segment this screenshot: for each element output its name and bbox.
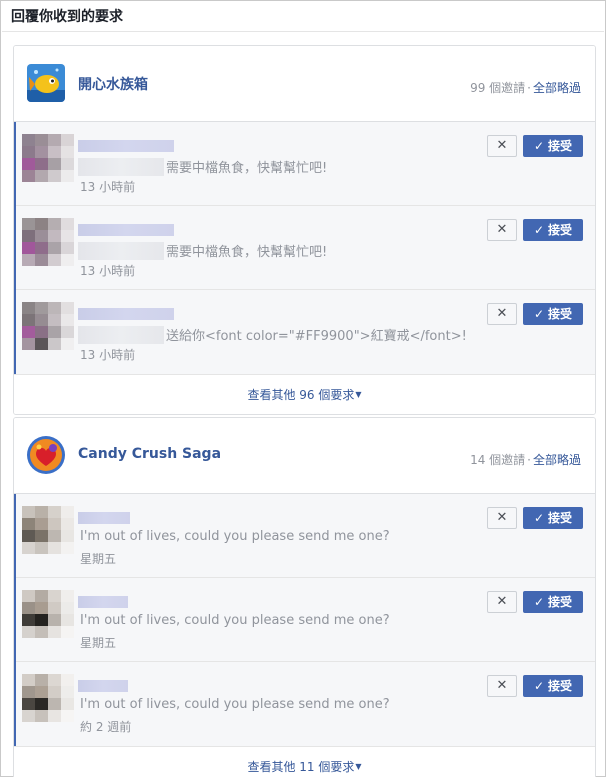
see-more-link[interactable]: 查看其他 11 個要求▼ (14, 746, 595, 777)
list-item: 需要中檔魚食，快幫幫忙吧! 13 小時前 ✕ ✓ 接受 (16, 122, 595, 206)
separator: · (527, 453, 531, 467)
check-icon: ✓ (533, 595, 545, 609)
avatar[interactable] (22, 506, 74, 554)
sender-name[interactable] (78, 680, 128, 692)
request-time: 星期五 (80, 552, 117, 566)
request-time: 13 小時前 (80, 180, 136, 194)
accept-label: 接受 (548, 223, 573, 237)
check-icon: ✓ (533, 139, 545, 153)
decline-button[interactable]: ✕ (487, 591, 517, 613)
check-icon: ✓ (533, 511, 545, 525)
list-item: I'm out of lives, could you please send … (16, 494, 595, 578)
app-request-card-candy: Candy Crush Saga 14 個邀請 · 全部略過 I'm out of … (13, 417, 596, 777)
request-time: 13 小時前 (80, 264, 136, 278)
request-time: 星期五 (80, 636, 117, 650)
see-more-label: 查看其他 96 個要求 (247, 388, 355, 402)
check-icon: ✓ (533, 223, 545, 237)
accept-button[interactable]: ✓ 接受 (523, 507, 583, 529)
separator: · (527, 81, 531, 95)
avatar[interactable] (22, 590, 74, 638)
request-message: 送給你<font color="#FF9900">紅寶戒</font>! (166, 329, 467, 344)
accept-label: 接受 (548, 139, 573, 153)
accept-button[interactable]: ✓ 接受 (523, 303, 583, 325)
accept-label: 接受 (548, 307, 573, 321)
request-list: 需要中檔魚食，快幫幫忙吧! 13 小時前 ✕ ✓ 接受 需要中檔魚食，快幫幫忙吧!… (14, 122, 595, 374)
decline-button[interactable]: ✕ (487, 675, 517, 697)
app-request-card-aquarium: 開心水族箱 99 個邀請 · 全部略過 需要中檔魚食，快幫幫忙吧! 13 小時前 ✕… (13, 45, 596, 415)
decline-button[interactable]: ✕ (487, 303, 517, 325)
accept-button[interactable]: ✓ 接受 (523, 219, 583, 241)
app-name[interactable]: 開心水族箱 (78, 74, 148, 94)
invite-count: 14 個邀請 (470, 453, 526, 467)
list-item: 送給你<font color="#FF9900">紅寶戒</font>! 13 … (16, 290, 595, 374)
decline-button[interactable]: ✕ (487, 219, 517, 241)
accept-label: 接受 (548, 511, 573, 525)
avatar[interactable] (22, 218, 74, 266)
card-header: Candy Crush Saga 14 個邀請 · 全部略過 (14, 418, 595, 494)
sender-name[interactable] (78, 308, 174, 320)
card-header: 開心水族箱 99 個邀請 · 全部略過 (14, 46, 595, 122)
request-time: 13 小時前 (80, 348, 136, 362)
avatar[interactable] (22, 134, 74, 182)
request-list: I'm out of lives, could you please send … (14, 494, 595, 746)
accept-label: 接受 (548, 679, 573, 693)
list-item: I'm out of lives, could you please send … (16, 578, 595, 662)
sender-name-blurred (78, 158, 164, 176)
request-message: I'm out of lives, could you please send … (80, 613, 390, 628)
sender-name[interactable] (78, 224, 174, 236)
invite-count: 99 個邀請 (470, 81, 526, 95)
sender-name-blurred (78, 326, 164, 344)
accept-button[interactable]: ✓ 接受 (523, 591, 583, 613)
caret-down-icon: ▼ (355, 762, 362, 771)
check-icon: ✓ (533, 679, 545, 693)
app-name[interactable]: Candy Crush Saga (78, 446, 221, 462)
see-more-label: 查看其他 11 個要求 (247, 760, 355, 774)
request-message: 需要中檔魚食，快幫幫忙吧! (166, 161, 328, 176)
avatar[interactable] (22, 674, 74, 722)
fish-app-icon[interactable] (27, 64, 65, 102)
caret-down-icon: ▼ (355, 390, 362, 399)
request-message: 需要中檔魚食，快幫幫忙吧! (166, 245, 328, 260)
page-title: 回覆你收到的要求 (11, 9, 123, 25)
list-item: 需要中檔魚食，快幫幫忙吧! 13 小時前 ✕ ✓ 接受 (16, 206, 595, 290)
header-actions: 99 個邀請 · 全部略過 (470, 79, 581, 96)
header-actions: 14 個邀請 · 全部略過 (470, 451, 581, 468)
decline-button[interactable]: ✕ (487, 507, 517, 529)
ignore-all-link[interactable]: 全部略過 (533, 81, 581, 95)
see-more-link[interactable]: 查看其他 96 個要求▼ (14, 374, 595, 414)
candy-app-icon[interactable] (27, 436, 65, 474)
sender-name[interactable] (78, 140, 174, 152)
sender-name[interactable] (78, 596, 128, 608)
avatar[interactable] (22, 302, 74, 350)
title-divider (2, 31, 604, 32)
check-icon: ✓ (533, 307, 545, 321)
sender-name[interactable] (78, 512, 130, 524)
decline-button[interactable]: ✕ (487, 135, 517, 157)
list-item: I'm out of lives, could you please send … (16, 662, 595, 746)
sender-name-blurred (78, 242, 164, 260)
request-time: 約 2 週前 (80, 720, 132, 734)
request-message: I'm out of lives, could you please send … (80, 697, 390, 712)
accept-label: 接受 (548, 595, 573, 609)
accept-button[interactable]: ✓ 接受 (523, 135, 583, 157)
accept-button[interactable]: ✓ 接受 (523, 675, 583, 697)
request-message: I'm out of lives, could you please send … (80, 529, 390, 544)
requests-window: 回覆你收到的要求 開心水族箱 99 個邀請 · 全部略過 需要中檔魚食，快幫幫忙… (0, 0, 606, 777)
ignore-all-link[interactable]: 全部略過 (533, 453, 581, 467)
